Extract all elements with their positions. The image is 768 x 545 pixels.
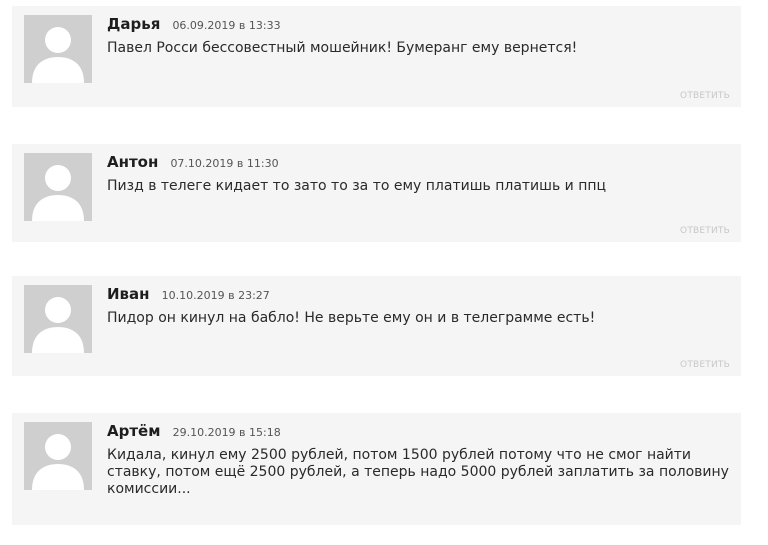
comment-card: Дарья 06.09.2019 в 13:33 Павел Росси бес… <box>12 6 741 107</box>
comment-card: Артём 29.10.2019 в 15:18 Кидала, кинул е… <box>12 413 741 525</box>
reply-link[interactable]: ОТВЕТИТЬ <box>680 226 730 236</box>
comment-author[interactable]: Иван <box>107 285 150 303</box>
comment-text: Павел Росси бессовестный мошейник! Бумер… <box>107 40 578 56</box>
default-user-avatar-icon <box>32 165 84 221</box>
comment-text: Пизд в телеге кидает то зато то за то ем… <box>107 178 607 194</box>
comment-card: Иван 10.10.2019 в 23:27 Пидор он кинул н… <box>12 276 741 376</box>
comment-date[interactable]: 07.10.2019 в 11:30 <box>170 157 278 170</box>
comment-text: Пидор он кинул на бабло! Не верьте ему о… <box>107 310 596 326</box>
comment-meta: Иван 10.10.2019 в 23:27 <box>107 284 270 303</box>
reply-link[interactable]: ОТВЕТИТЬ <box>680 360 730 370</box>
avatar <box>24 15 92 83</box>
comment-date[interactable]: 29.10.2019 в 15:18 <box>173 426 281 439</box>
comment-date[interactable]: 06.09.2019 в 13:33 <box>172 19 280 32</box>
reply-link[interactable]: ОТВЕТИТЬ <box>680 91 730 101</box>
default-user-avatar-icon <box>32 27 84 83</box>
comment-date[interactable]: 10.10.2019 в 23:27 <box>162 289 270 302</box>
comment-meta: Артём 29.10.2019 в 15:18 <box>107 421 281 440</box>
default-user-avatar-icon <box>32 434 84 490</box>
comment-text: Кидала, кинул ему 2500 рублей, потом 150… <box>107 447 729 497</box>
comment-card: Антон 07.10.2019 в 11:30 Пизд в телеге к… <box>12 144 741 242</box>
avatar <box>24 422 92 490</box>
comment-meta: Антон 07.10.2019 в 11:30 <box>107 152 279 171</box>
avatar <box>24 153 92 221</box>
default-user-avatar-icon <box>32 297 84 353</box>
comment-author[interactable]: Артём <box>107 422 160 440</box>
comment-author[interactable]: Антон <box>107 153 158 171</box>
comment-meta: Дарья 06.09.2019 в 13:33 <box>107 14 281 33</box>
avatar <box>24 285 92 353</box>
comment-author[interactable]: Дарья <box>107 15 160 33</box>
